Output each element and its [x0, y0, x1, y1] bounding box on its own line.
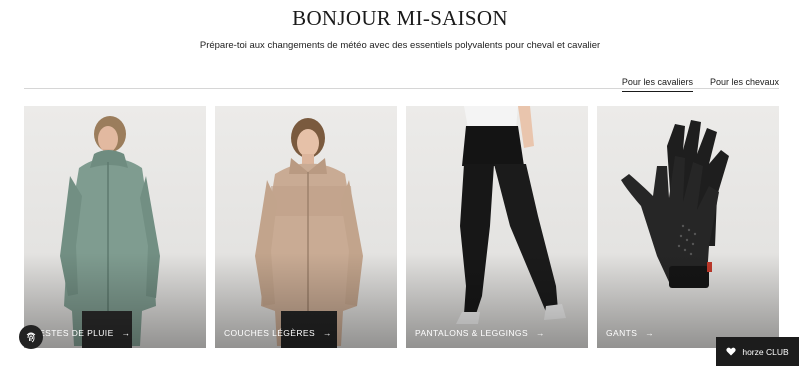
card-label-pants-leggings: PANTALONS & LEGGINGS →: [415, 328, 545, 338]
tab-horses[interactable]: Pour les chevaux: [710, 77, 779, 92]
fingerprint-glyph: [26, 332, 36, 343]
arrow-right-icon: →: [323, 328, 332, 338]
page-title: BONJOUR MI-SAISON: [292, 6, 508, 30]
page-subtitle: Prépare-toi aux changements de météo ave…: [199, 40, 601, 51]
club-label: horze CLUB: [742, 346, 789, 357]
category-cards: VESTES DE PLUIE → COUCHES LÉGÈRES → PANT…: [24, 106, 779, 348]
arrow-right-icon: →: [536, 328, 545, 338]
audience-tabs: Pour les cavaliers Pour les chevaux: [621, 77, 779, 92]
card-label-gloves: GANTS →: [606, 328, 655, 338]
card-label-rain-jackets: VESTES DE PLUIE →: [33, 328, 131, 338]
card-pants-leggings[interactable]: PANTALONS & LEGGINGS →: [406, 106, 588, 348]
card-gloves[interactable]: GANTS →: [597, 106, 779, 348]
divider: [24, 88, 779, 89]
heart-icon: [726, 347, 736, 356]
card-rain-jackets[interactable]: VESTES DE PLUIE →: [24, 106, 206, 348]
card-label-light-layers: COUCHES LÉGÈRES →: [224, 328, 332, 338]
horze-club-button[interactable]: horze CLUB: [716, 337, 799, 366]
arrow-right-icon: →: [121, 328, 131, 338]
arrow-right-icon: →: [645, 328, 655, 338]
tab-riders[interactable]: Pour les cavaliers: [621, 77, 693, 92]
card-light-layers[interactable]: COUCHES LÉGÈRES →: [215, 106, 397, 348]
fingerprint-icon[interactable]: [19, 325, 43, 349]
